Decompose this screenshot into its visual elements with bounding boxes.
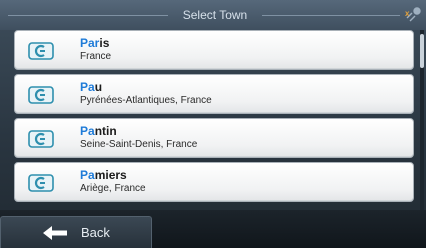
town-name-rest: is <box>99 36 110 50</box>
town-icon <box>28 42 54 60</box>
town-region: France <box>80 51 112 62</box>
town-region: Seine-Saint-Denis, France <box>80 139 198 150</box>
town-icon <box>28 174 54 192</box>
page-title: Select Town <box>182 8 248 22</box>
list-item[interactable]: Pantin Seine-Saint-Denis, France <box>14 118 414 158</box>
svg-text:x: x <box>405 9 410 18</box>
town-name-rest: miers <box>94 168 127 182</box>
town-region: Pyrénées-Atlantiques, France <box>80 95 212 106</box>
town-name-rest: u <box>94 80 103 94</box>
back-arrow-icon <box>43 226 67 240</box>
header-bar: Select Town x <box>0 0 426 30</box>
back-button[interactable]: Back <box>0 216 152 248</box>
town-icon <box>28 130 54 148</box>
footer-bar: Back <box>0 210 426 248</box>
town-icon <box>28 86 54 104</box>
header-divider-right <box>262 15 400 16</box>
town-name-match: Par <box>80 36 100 50</box>
list-scrollbar[interactable] <box>420 30 424 210</box>
town-name-match: Pa <box>80 168 95 182</box>
header-divider-left <box>8 15 168 16</box>
town-name-match: Pa <box>80 124 95 138</box>
scrollbar-thumb[interactable] <box>420 34 424 68</box>
town-results-list: Paris France Pau Pyrénées-Atlantiques, F… <box>14 30 414 206</box>
town-region: Ariège, France <box>80 183 146 194</box>
gps-satellite-icon: x <box>405 7 421 22</box>
select-town-screen: Select Town x Paris France Pau Pyrénées-… <box>0 0 426 248</box>
town-name-rest: ntin <box>94 124 117 138</box>
list-item[interactable]: Paris France <box>14 30 414 70</box>
list-item[interactable]: Pau Pyrénées-Atlantiques, France <box>14 74 414 114</box>
town-name-match: Pa <box>80 80 95 94</box>
list-item[interactable]: Pamiers Ariège, France <box>14 162 414 202</box>
back-label: Back <box>81 225 110 240</box>
